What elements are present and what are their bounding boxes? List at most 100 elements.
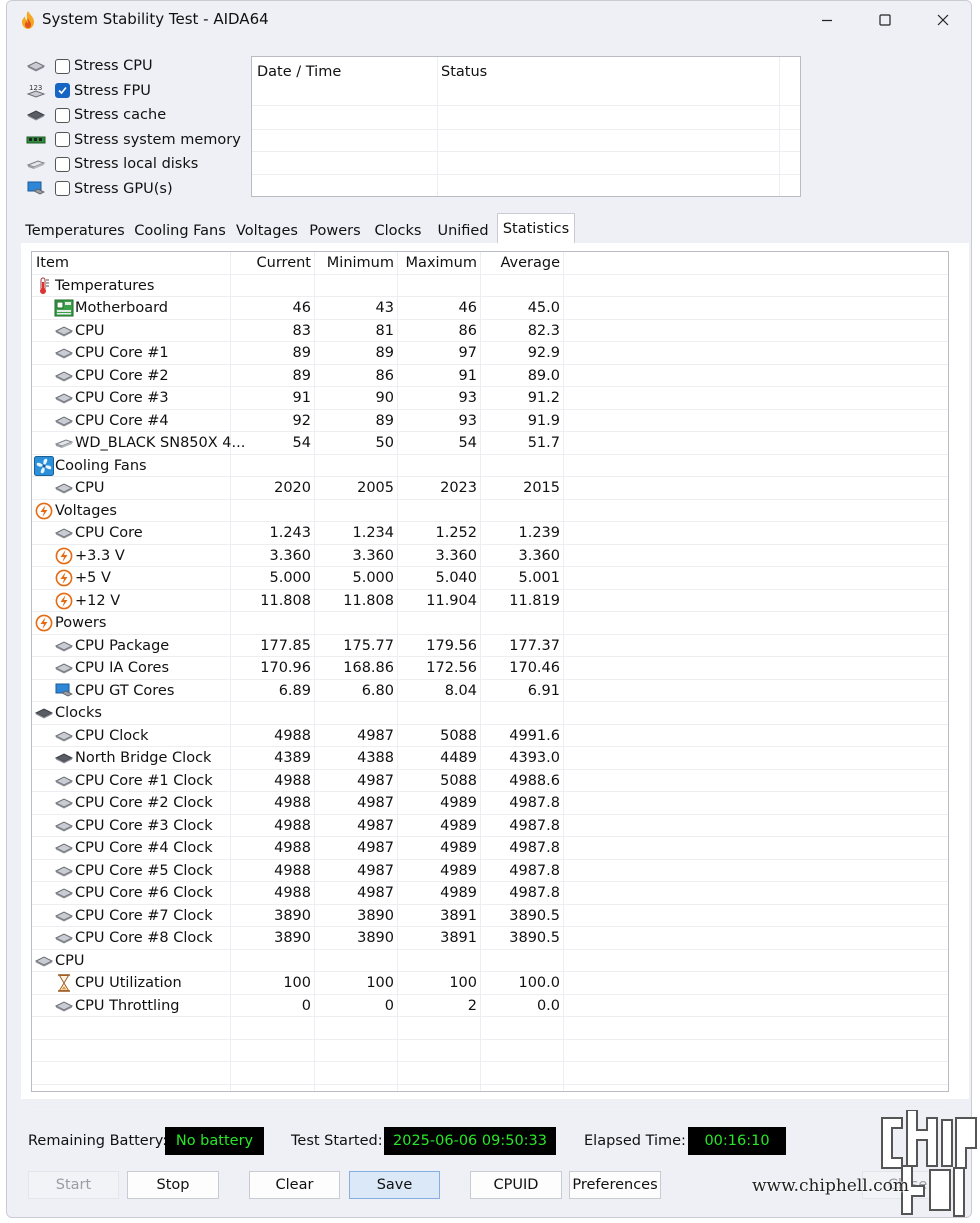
current-value: 89 — [292, 367, 311, 384]
cpu-chip-icon — [54, 660, 74, 676]
stress-option-stress-cpu[interactable]: Stress CPU — [25, 55, 245, 77]
start-button[interactable]: Start — [28, 1171, 119, 1199]
table-row[interactable]: CPU Core #3 91 90 93 91.2 — [32, 387, 948, 410]
item-label: CPU Core #6 Clock — [75, 885, 213, 901]
event-log[interactable]: Date / Time Status — [251, 56, 801, 197]
table-row[interactable]: CPU Package 177.85 175.77 179.56 177.37 — [32, 635, 948, 657]
maximum-value: 54 — [458, 435, 477, 451]
col-header-minimum[interactable]: Minimum — [314, 252, 394, 274]
table-row[interactable]: CPU Core #7 Clock 3890 3890 3891 3890.5 — [32, 905, 948, 927]
table-row[interactable]: CPU 2020 2005 2023 2015 — [32, 477, 948, 500]
average-value: 92.9 — [527, 345, 560, 361]
maximum-value: 100 — [449, 975, 477, 991]
table-row[interactable]: CPU Core #4 92 89 93 91.9 — [32, 410, 948, 432]
log-header-status[interactable]: Status — [441, 57, 487, 87]
table-row[interactable]: North Bridge Clock 4389 4388 4489 4393.0 — [32, 747, 948, 770]
table-row[interactable]: CPU Core #2 Clock 4988 4987 4989 4987.8 — [32, 792, 948, 815]
item-label: North Bridge Clock — [75, 750, 212, 766]
clear-button[interactable]: Clear — [249, 1171, 340, 1199]
average-value: 11.819 — [509, 592, 560, 609]
current-value: 2020 — [274, 480, 311, 496]
average-value: 82.3 — [527, 322, 560, 339]
tab-cooling-fans[interactable]: Cooling Fans — [129, 217, 231, 244]
checkbox-stress-cpu[interactable] — [55, 58, 70, 74]
tab-statistics[interactable]: Statistics — [497, 213, 575, 244]
tab-powers[interactable]: Powers — [303, 217, 367, 244]
close-window-button[interactable] — [914, 5, 971, 35]
minimize-button[interactable] — [798, 5, 856, 35]
table-row[interactable]: CPU Clock 4988 4987 5088 4991.6 — [32, 725, 948, 747]
table-row[interactable]: Motherboard 46 43 46 45.0 — [32, 297, 948, 320]
current-value: 170.96 — [260, 660, 311, 676]
item-label: WD_BLACK SN850X 4... — [75, 435, 246, 451]
checkbox-stress-gpu-s[interactable] — [55, 181, 70, 196]
lightning-icon — [34, 502, 54, 519]
tab-clocks[interactable]: Clocks — [367, 217, 429, 244]
maximize-button[interactable] — [856, 5, 914, 35]
fan-icon — [34, 455, 54, 476]
group-row-clocks[interactable]: Clocks — [32, 702, 948, 725]
save-button[interactable]: Save — [349, 1171, 440, 1199]
stress-option-stress-fpu[interactable]: 123 Stress FPU — [25, 80, 245, 102]
minimum-value: 175.77 — [343, 637, 394, 654]
table-row[interactable]: CPU IA Cores 170.96 168.86 172.56 170.46 — [32, 657, 948, 680]
stress-option-stress-system-memory[interactable]: Stress system memory — [25, 129, 245, 151]
current-value: 11.808 — [260, 592, 311, 609]
stress-option-stress-local-disks[interactable]: Stress local disks — [25, 153, 245, 175]
current-value: 100 — [283, 975, 311, 991]
tab-unified[interactable]: Unified — [429, 217, 497, 244]
tab-voltages[interactable]: Voltages — [231, 217, 303, 244]
table-row[interactable]: CPU Utilization 100 100 100 100.0 — [32, 972, 948, 995]
checkbox-stress-cache[interactable] — [55, 107, 70, 123]
table-row[interactable]: CPU Core #3 Clock 4988 4987 4989 4987.8 — [32, 815, 948, 837]
checkbox-stress-local-disks[interactable] — [55, 156, 70, 172]
group-row-voltages[interactable]: Voltages — [32, 500, 948, 522]
table-row[interactable]: CPU 83 81 86 82.3 — [32, 320, 948, 342]
stress-option-stress-cache[interactable]: Stress cache — [25, 104, 245, 126]
col-header-item[interactable]: Item — [36, 252, 69, 274]
statistics-table[interactable]: Item Current Minimum Maximum Average Tem… — [31, 251, 949, 1107]
title-bar[interactable]: System Stability Test - AIDA64 — [7, 1, 971, 39]
table-row[interactable]: WD_BLACK SN850X 4... 54 50 54 51.7 — [32, 432, 948, 455]
group-row-cooling-fans[interactable]: Cooling Fans — [32, 455, 948, 477]
maximum-value: 2023 — [440, 480, 477, 496]
table-row[interactable]: CPU Core #8 Clock 3890 3890 3891 3890.5 — [32, 927, 948, 950]
table-row[interactable]: CPU Core #2 89 86 91 89.0 — [32, 365, 948, 387]
stress-option-stress-gpu-s[interactable]: Stress GPU(s) — [25, 178, 245, 200]
stop-button[interactable]: Stop — [127, 1171, 219, 1199]
cpuid-button[interactable]: CPUID — [470, 1171, 562, 1199]
preferences-button[interactable]: Preferences — [569, 1171, 661, 1199]
checkbox-stress-system-memory[interactable] — [55, 132, 70, 147]
current-value: 6.89 — [278, 682, 311, 699]
table-row[interactable]: +3.3 V 3.360 3.360 3.360 3.360 — [32, 545, 948, 567]
table-row[interactable]: CPU Core #6 Clock 4988 4987 4989 4987.8 — [32, 882, 948, 905]
empty-row — [32, 1085, 948, 1107]
checkbox-stress-fpu[interactable] — [55, 83, 70, 98]
item-label: CPU Clock — [75, 727, 149, 744]
lightning-icon — [54, 547, 74, 564]
col-header-average[interactable]: Average — [480, 252, 560, 274]
group-row-temperatures[interactable]: Temperatures — [32, 275, 948, 297]
maximum-value: 4989 — [440, 840, 477, 856]
table-row[interactable]: CPU Core #4 Clock 4988 4987 4989 4987.8 — [32, 837, 948, 860]
table-row[interactable]: CPU Core #1 Clock 4988 4987 5088 4988.6 — [32, 770, 948, 792]
tab-temperatures[interactable]: Temperatures — [21, 217, 129, 244]
col-header-current[interactable]: Current — [230, 252, 311, 274]
cpu-chip-icon — [54, 525, 74, 541]
item-cell: CPU Core #3 Clock — [54, 815, 213, 837]
group-row-powers[interactable]: Powers — [32, 612, 948, 635]
minimum-value: 89 — [375, 412, 394, 429]
table-row[interactable]: CPU GT Cores 6.89 6.80 8.04 6.91 — [32, 680, 948, 702]
table-row[interactable]: CPU Core 1.243 1.234 1.252 1.239 — [32, 522, 948, 545]
col-header-maximum[interactable]: Maximum — [397, 252, 477, 274]
table-row[interactable]: +5 V 5.000 5.000 5.040 5.001 — [32, 567, 948, 590]
table-row[interactable]: CPU Core #5 Clock 4988 4987 4989 4987.8 — [32, 860, 948, 882]
log-header-datetime[interactable]: Date / Time — [257, 57, 341, 87]
group-row-cpu[interactable]: CPU — [32, 950, 948, 972]
cpu-chip-icon — [54, 908, 74, 924]
item-cell: CPU Utilization — [54, 972, 182, 994]
table-row[interactable]: CPU Throttling 0 0 2 0.0 — [32, 995, 948, 1017]
maximum-value: 4989 — [440, 862, 477, 879]
table-row[interactable]: CPU Core #1 89 89 97 92.9 — [32, 342, 948, 365]
table-row[interactable]: +12 V 11.808 11.808 11.904 11.819 — [32, 590, 948, 612]
